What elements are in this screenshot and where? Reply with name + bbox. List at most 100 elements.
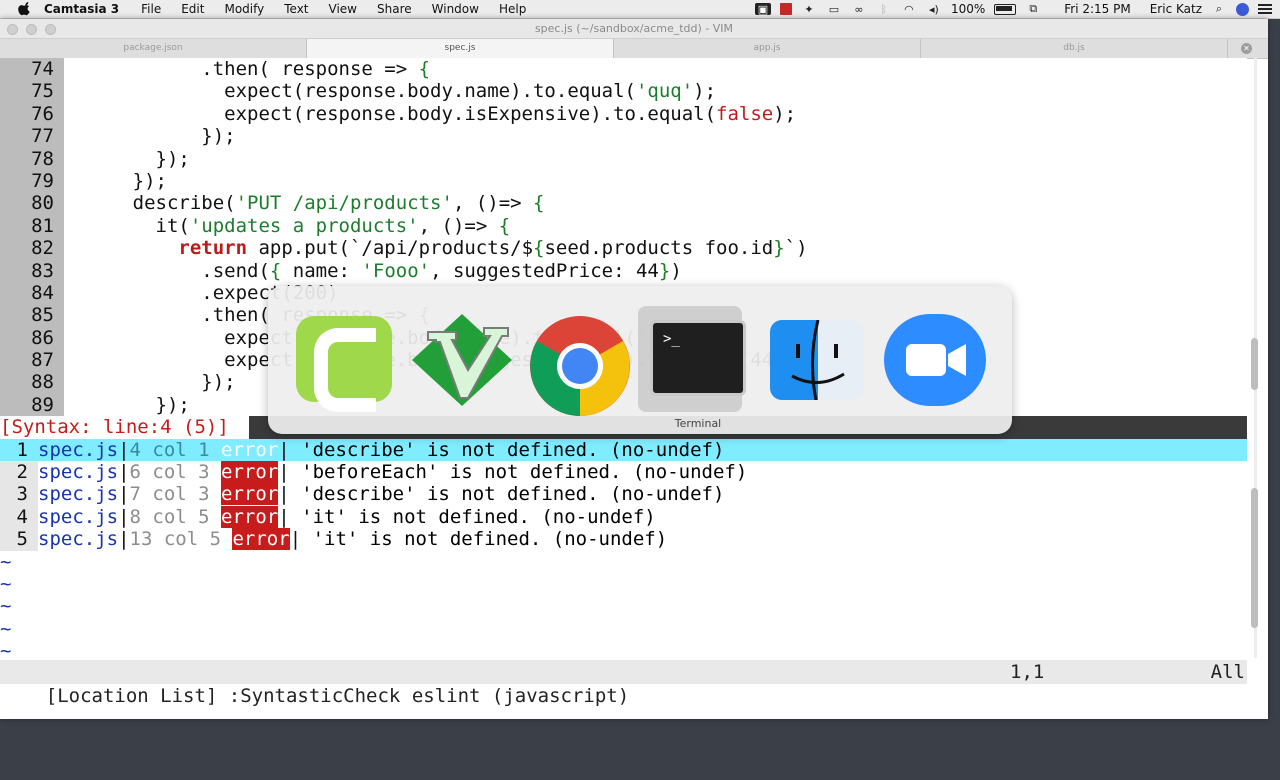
code-line[interactable]: 82 return app.put(`/api/products/${seed.… <box>0 237 1247 260</box>
recording-box-icon[interactable]: ▣ <box>754 3 771 16</box>
code-line[interactable]: 83 .send({ name: 'Fooo', suggestedPrice:… <box>0 259 1247 282</box>
code-line[interactable]: 80 describe('PUT /api/products', ()=> { <box>0 192 1247 215</box>
tab-spec-js[interactable]: spec.js <box>307 39 614 58</box>
finder-app-icon[interactable] <box>770 320 864 400</box>
status-menus: ▣ ✦ ▭ ∞ ᛒ ◠ ◂) 100% ⧉ Fri 2:15 PM Eric K… <box>754 0 1272 18</box>
menu-help[interactable]: Help <box>499 2 526 16</box>
menu-edit[interactable]: Edit <box>181 2 204 16</box>
vertical-scrollbar[interactable] <box>1251 58 1260 658</box>
app-switcher: >_ Terminal <box>268 286 1012 434</box>
line-number: 84 <box>0 281 64 305</box>
spotlight-search-icon[interactable]: ⌕ <box>1211 2 1227 15</box>
code-token: 'Fooo' <box>361 259 431 282</box>
separator: | <box>278 483 290 506</box>
menu-window[interactable]: Window <box>432 2 479 16</box>
camtasia-app-icon[interactable] <box>296 316 392 412</box>
tab-app-js[interactable]: app.js <box>614 39 921 58</box>
tab-package-json[interactable]: package.json <box>0 39 307 58</box>
menu-share[interactable]: Share <box>377 2 412 16</box>
display-icon[interactable]: ▭ <box>826 3 842 16</box>
tab-db-js[interactable]: db.js <box>921 39 1228 58</box>
menu-text[interactable]: Text <box>284 2 308 16</box>
empty-buffer-lines: ~ ~ ~ ~ ~ <box>0 551 1247 663</box>
code-token: { <box>498 214 511 237</box>
code-token: `) <box>784 237 808 260</box>
location-index: 5 <box>0 528 38 551</box>
siri-icon[interactable] <box>1236 2 1249 16</box>
separator: | <box>118 461 130 484</box>
bird-icon[interactable]: ✦ <box>801 3 817 16</box>
line-number: 86 <box>0 326 64 350</box>
code-line[interactable]: 81 it('updates a products', ()=> { <box>0 214 1247 238</box>
location-list-item[interactable]: 3 spec.js|7 col 3 error| 'describe' is no… <box>0 483 1247 506</box>
code-token: { <box>533 237 545 260</box>
scrollbar-thumb-lower[interactable] <box>1251 488 1258 628</box>
location-file: spec.js <box>38 461 119 484</box>
camtasia-recorder-icon[interactable] <box>779 3 792 15</box>
location-type-badge: error <box>221 483 279 506</box>
code-token: , ()=> <box>418 214 499 237</box>
menu-bar: Camtasia 3 File Edit Modify Text View Sh… <box>0 0 1280 19</box>
chrome-app-icon[interactable] <box>528 314 632 418</box>
code-line[interactable]: 79 }); <box>0 169 1247 193</box>
line-number: 88 <box>0 371 64 394</box>
separator: | <box>118 483 130 506</box>
location-list-item[interactable]: 4 spec.js|8 col 5 error| 'it' is not defi… <box>0 505 1247 529</box>
close-tab-icon[interactable]: ✕ <box>1241 43 1252 54</box>
line-number: 77 <box>0 125 64 148</box>
code-token: { <box>418 58 431 80</box>
menubar-user[interactable]: Eric Katz <box>1150 2 1202 16</box>
bluetooth-icon[interactable]: ᛒ <box>876 3 892 16</box>
zoom-app-icon[interactable] <box>884 314 986 406</box>
battery-icon[interactable] <box>994 3 1017 15</box>
apple-icon[interactable] <box>18 2 32 16</box>
notification-center-icon[interactable] <box>1258 4 1272 14</box>
code-token: it( <box>64 214 190 237</box>
location-message: 'describe' is not defined. (no-undef) <box>289 483 725 506</box>
location-list-item[interactable]: 5 spec.js|13 col 5 error| 'it' is not def… <box>0 528 1247 551</box>
line-number: 80 <box>0 192 64 215</box>
location-index: 3 <box>0 483 38 506</box>
menu-app-name[interactable]: Camtasia 3 <box>44 2 119 16</box>
location-list[interactable]: 1 spec.js|4 col 1 error| 'describe' is no… <box>0 438 1247 551</box>
cursor-position: 1,1 <box>1010 661 1045 683</box>
code-line[interactable]: 77 }); <box>0 125 1247 148</box>
code-line[interactable]: 74 .then( response => { <box>0 58 1247 81</box>
location-file: spec.js <box>38 438 119 461</box>
code-token: name: <box>281 259 362 282</box>
code-token: expect(response.body.isExpensive).to.equ… <box>64 102 717 125</box>
scrollbar-thumb-upper[interactable] <box>1251 338 1258 390</box>
code-token: app.put(`/api/products/$ <box>247 237 534 260</box>
creative-cloud-icon[interactable]: ∞ <box>851 3 867 16</box>
location-type-badge: error <box>221 461 279 484</box>
code-token: ); <box>773 102 797 125</box>
code-token: false <box>716 102 774 125</box>
code-line[interactable]: 78 }); <box>0 147 1247 170</box>
macvim-app-icon[interactable] <box>408 312 516 408</box>
location-list-item[interactable]: 2 spec.js|6 col 3 error| 'beforeEach' is … <box>0 461 1247 484</box>
code-token: , ()=> <box>452 192 534 215</box>
window-titlebar[interactable]: spec.js (~/sandbox/acme_tdd) - VIM <box>0 19 1268 39</box>
window-title: spec.js (~/sandbox/acme_tdd) - VIM <box>534 22 734 35</box>
menu-file[interactable]: File <box>141 2 161 16</box>
screen-share-icon[interactable]: ⧉ <box>1025 2 1041 15</box>
volume-icon[interactable]: ◂) <box>926 3 942 16</box>
wifi-icon[interactable]: ◠ <box>901 3 917 16</box>
location-list-item[interactable]: 1 spec.js|4 col 1 error| 'describe' is no… <box>0 438 1247 462</box>
location-message: 'it' is not defined. (no-undef) <box>289 505 656 528</box>
code-line[interactable]: 76 expect(response.body.isExpensive).to.… <box>0 102 1247 126</box>
menu-view[interactable]: View <box>329 2 357 16</box>
code-line[interactable]: 75 expect(response.body.name).to.equal('… <box>0 80 1247 103</box>
separator: | <box>278 438 290 461</box>
location-file: spec.js <box>38 528 119 551</box>
separator: | <box>278 461 290 484</box>
line-number: 82 <box>0 237 64 260</box>
code-token: { <box>269 259 282 282</box>
terminal-app-icon[interactable]: >_ <box>650 320 746 396</box>
code-token: return <box>178 237 248 260</box>
separator: | <box>118 438 130 461</box>
tab-bar: package.json spec.js app.js db.js ✕ <box>0 39 1268 59</box>
selected-app-label: Terminal <box>674 417 722 430</box>
menu-modify[interactable]: Modify <box>224 2 264 16</box>
menubar-clock[interactable]: Fri 2:15 PM <box>1064 2 1130 16</box>
